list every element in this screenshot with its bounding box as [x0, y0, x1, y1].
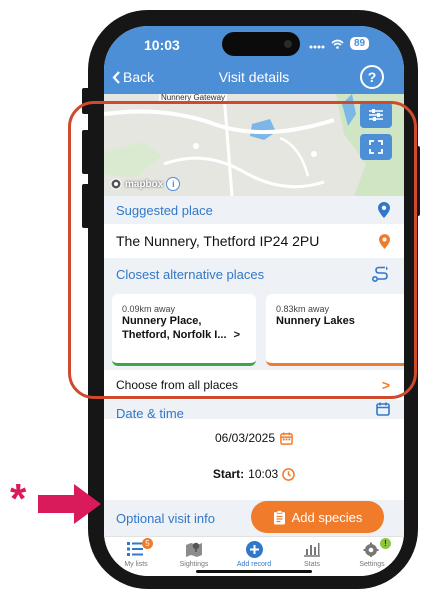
plus-circle-icon	[245, 541, 263, 558]
battery-icon: 89	[350, 37, 370, 50]
annotation-asterisk: *	[10, 475, 27, 522]
map-pin-icon	[186, 542, 202, 557]
nav-bar: Back Visit details ?	[104, 60, 404, 94]
signal-icon	[309, 45, 325, 48]
tab-settings[interactable]: ! Settings	[344, 538, 400, 568]
camera-dot	[284, 40, 292, 48]
add-species-button[interactable]: Add species	[251, 501, 384, 533]
page-title: Visit details	[218, 69, 290, 85]
bar-chart-icon	[304, 543, 320, 557]
calendar-orange-icon	[280, 431, 293, 445]
alert-badge: !	[380, 538, 391, 549]
tab-label: Stats	[304, 561, 320, 568]
clipboard-icon	[273, 509, 285, 524]
gear-icon	[363, 542, 379, 557]
status-time: 10:03	[144, 37, 180, 53]
calendar-icon	[376, 402, 390, 416]
clock-icon	[282, 467, 296, 481]
annotation-arrow-icon	[38, 484, 101, 524]
optional-info-row: Optional visit info Add species	[104, 500, 404, 536]
help-icon[interactable]: ?	[360, 65, 384, 89]
status-icons: 89	[309, 37, 370, 50]
date-time-label: Date & time	[116, 405, 184, 421]
optional-info-link[interactable]: Optional visit info	[116, 511, 215, 526]
tab-label: My lists	[124, 561, 148, 568]
add-species-label: Add species	[291, 509, 363, 525]
date-value: 06/03/2025	[214, 431, 276, 445]
tab-label: Sightings	[179, 561, 209, 568]
tab-my-lists[interactable]: 5 My lists	[108, 538, 164, 568]
tab-sightings[interactable]: Sightings	[166, 541, 222, 568]
wifi-icon	[331, 39, 344, 49]
date-time-header: Date & time	[104, 400, 404, 420]
status-bar: 10:03 89	[104, 26, 404, 60]
tab-stats[interactable]: Stats	[284, 541, 340, 568]
notification-badge: 5	[142, 538, 153, 549]
date-field[interactable]: 06/03/2025	[104, 431, 404, 445]
tab-label: Settings	[359, 561, 385, 568]
start-time-value: 10:03	[248, 467, 279, 481]
start-label: Start:	[212, 467, 245, 481]
tab-label: Add record	[236, 561, 272, 568]
date-time-section: 06/03/2025 Start: 10:03	[104, 419, 404, 499]
dynamic-island	[222, 32, 300, 56]
highlight-outline	[68, 101, 417, 399]
tab-add-record[interactable]: Add record	[226, 541, 282, 568]
home-indicator[interactable]	[196, 570, 312, 573]
start-time-field[interactable]: Start: 10:03	[104, 467, 404, 481]
